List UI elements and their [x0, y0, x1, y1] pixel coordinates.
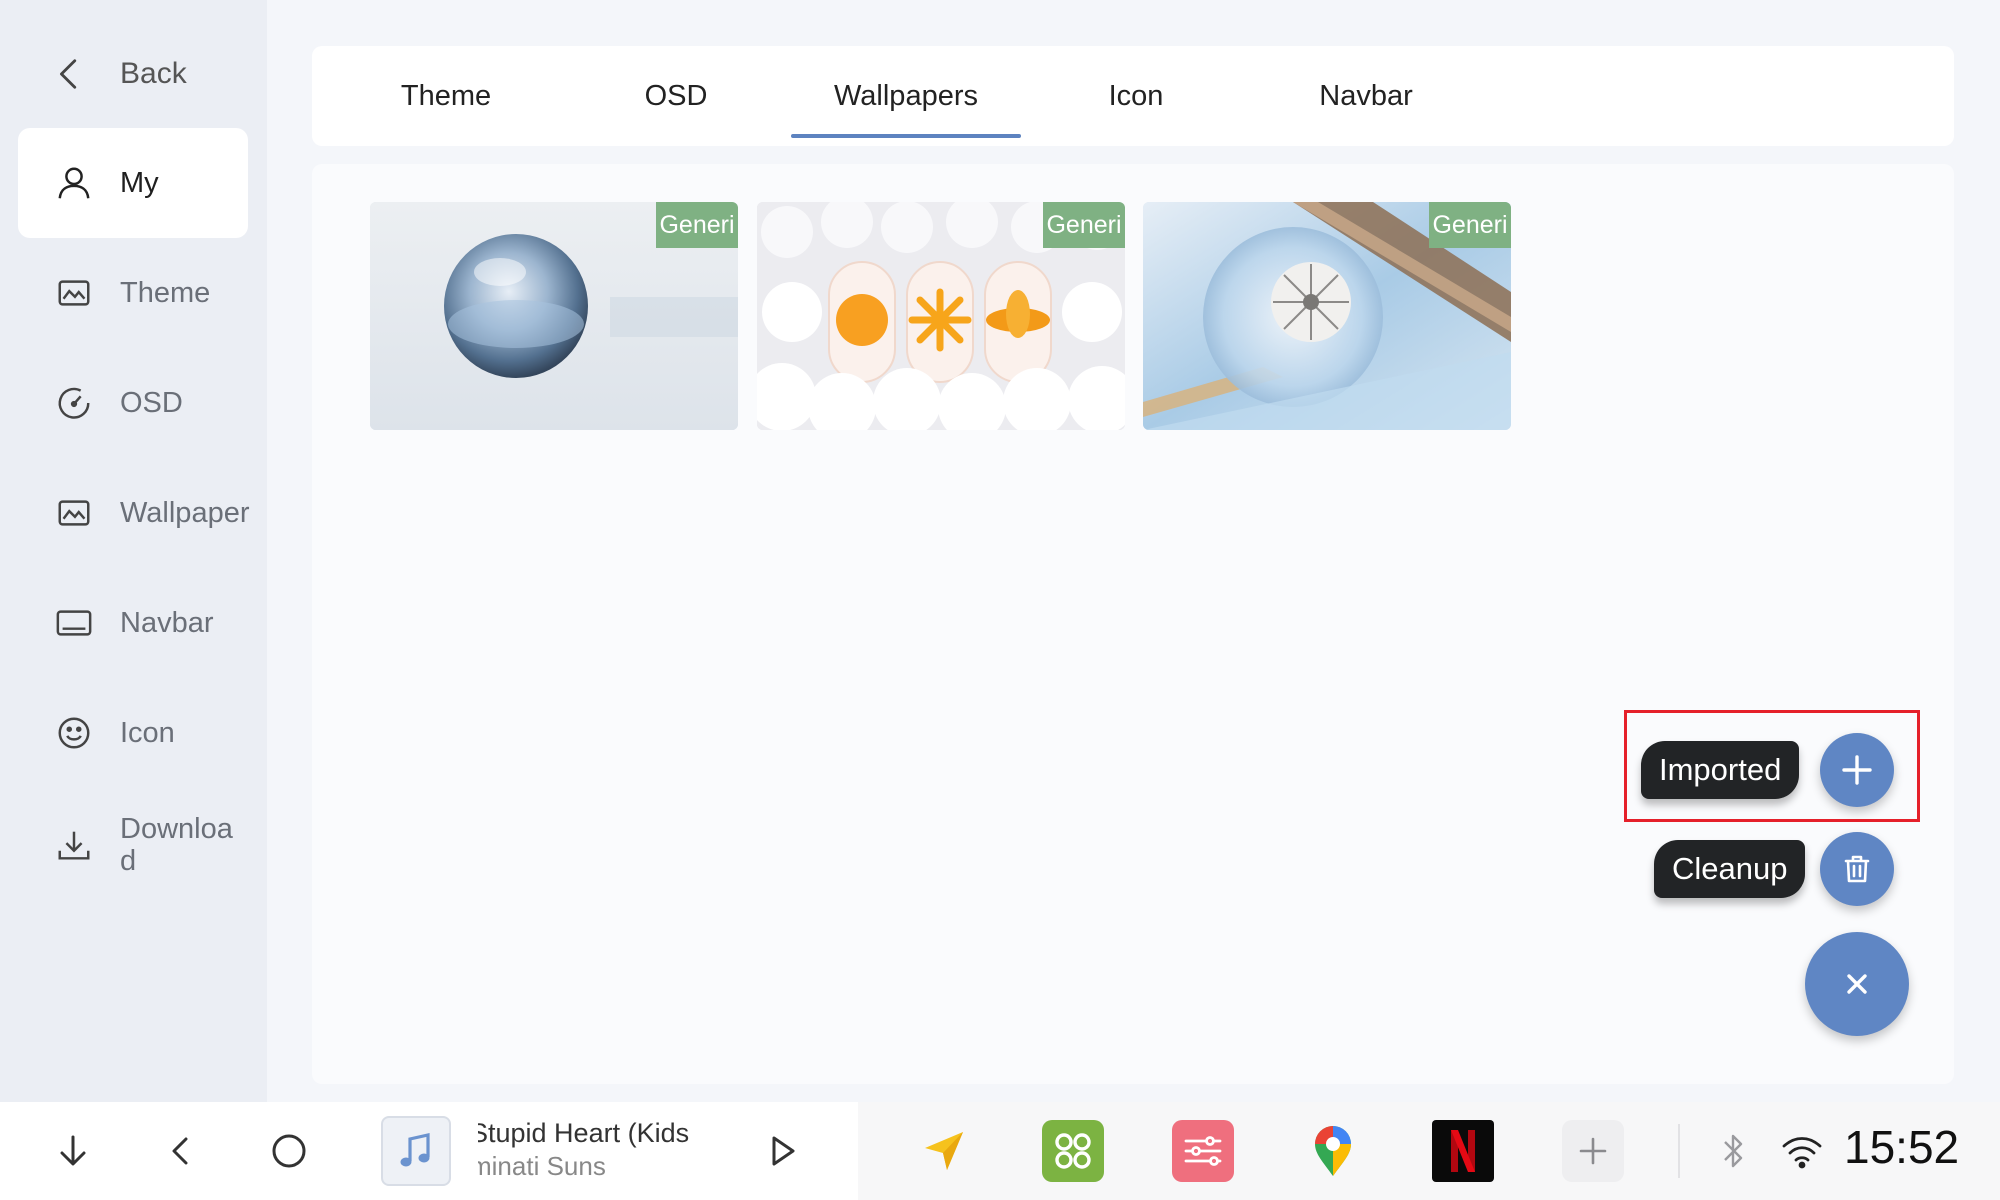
play-icon	[772, 1136, 795, 1166]
plus-icon	[1842, 755, 1872, 785]
sidebar-item-theme[interactable]: Theme	[18, 238, 248, 348]
navbar-divider	[1678, 1124, 1680, 1178]
sidebar-item-osd[interactable]: OSD	[18, 348, 248, 458]
sidebar-item-label: Downloa d	[120, 813, 233, 877]
navbar-icon	[54, 603, 94, 643]
chevron-left-icon	[50, 54, 90, 94]
download-icon	[54, 825, 94, 865]
sidebar-item-wallpaper[interactable]: Wallpaper	[18, 458, 250, 568]
wallpaper-thumbnail[interactable]: Generi	[757, 202, 1125, 430]
close-menu-button[interactable]	[1805, 932, 1909, 1036]
song-artist: minati Suns	[478, 1151, 606, 1181]
map-pin-icon	[1315, 1126, 1351, 1176]
sidebar-item-label: My	[120, 166, 159, 199]
image-icon	[54, 273, 94, 313]
song-title: Stupid Heart (Kids	[478, 1118, 690, 1148]
bluetooth-status[interactable]	[1703, 1120, 1763, 1182]
wifi-status[interactable]	[1772, 1120, 1832, 1182]
image-icon	[54, 493, 94, 533]
cleanup-button[interactable]: Cleanup	[1654, 840, 1806, 898]
navbar-left-section: Stupid Heart (Kids minati Suns	[0, 1102, 858, 1200]
wallpaper-tag: Generi	[656, 202, 738, 248]
wifi-icon	[1782, 1137, 1822, 1169]
wallpaper-tag: Generi	[1429, 202, 1511, 248]
wallpaper-thumbnail[interactable]: Generi	[1143, 202, 1511, 430]
user-icon	[54, 163, 94, 203]
import-add-button[interactable]	[1820, 733, 1894, 807]
sidebar-item-label: Wallpaper	[120, 496, 250, 529]
netflix-app[interactable]	[1432, 1120, 1494, 1182]
sidebar-item-label: Navbar	[120, 606, 214, 639]
add-app-button[interactable]	[1562, 1120, 1624, 1182]
sidebar-item-label: Theme	[120, 276, 211, 309]
tab-osd[interactable]: OSD	[561, 46, 791, 146]
tab-wallpapers[interactable]: Wallpapers	[791, 46, 1021, 146]
sidebar: Back My Theme OSD Wallpaper Navbar Icon …	[0, 0, 267, 1102]
nav-back-button[interactable]	[156, 1126, 206, 1176]
collapse-button[interactable]	[48, 1126, 98, 1176]
sidebar-item-download[interactable]: Downloa d	[18, 790, 248, 900]
cleanup-trash-button[interactable]	[1820, 832, 1894, 906]
gauge-icon	[54, 383, 94, 423]
app-grid-icon	[1055, 1133, 1091, 1169]
wallpaper-thumbnail[interactable]: Generi	[370, 202, 738, 430]
tab-bar: Theme OSD Wallpapers Icon Navbar	[312, 46, 1954, 146]
nav-home-button[interactable]	[264, 1126, 314, 1176]
imported-button[interactable]: Imported	[1641, 741, 1800, 799]
navigation-app[interactable]	[913, 1120, 975, 1182]
sidebar-item-label: Icon	[120, 716, 175, 749]
home-circle-icon	[272, 1134, 306, 1168]
wallpaper-tag: Generi	[1043, 202, 1125, 248]
tab-icon[interactable]: Icon	[1021, 46, 1251, 146]
maps-app[interactable]	[1302, 1120, 1364, 1182]
trash-icon	[1844, 855, 1870, 883]
sidebar-item-navbar[interactable]: Navbar	[18, 568, 248, 678]
music-album-art[interactable]	[381, 1116, 451, 1186]
netflix-logo-icon	[1451, 1130, 1475, 1172]
now-playing-info[interactable]: Stupid Heart (Kids minati Suns	[478, 1118, 698, 1182]
smiley-icon	[54, 713, 94, 753]
wallpaper-grid: Generi Generi Generi	[312, 164, 1954, 1084]
plus-icon	[1579, 1137, 1607, 1165]
sidebar-item-icon[interactable]: Icon	[18, 678, 248, 788]
sliders-icon	[1184, 1136, 1222, 1166]
bluetooth-icon	[1724, 1134, 1743, 1168]
chevron-down-arrow-icon	[60, 1135, 86, 1166]
chevron-left-icon	[172, 1137, 188, 1165]
music-note-icon	[400, 1133, 430, 1167]
apps-launcher[interactable]	[1042, 1120, 1104, 1182]
back-button[interactable]: Back	[50, 44, 187, 104]
equalizer-app[interactable]	[1172, 1120, 1234, 1182]
play-button[interactable]	[757, 1126, 807, 1176]
sidebar-item-label: OSD	[120, 386, 183, 419]
close-icon	[1847, 974, 1867, 994]
back-label: Back	[120, 57, 187, 90]
status-clock: 15:52	[1844, 1121, 1960, 1173]
tab-navbar[interactable]: Navbar	[1251, 46, 1481, 146]
system-navbar: Stupid Heart (Kids minati Suns 15:52	[0, 1102, 2000, 1200]
tab-theme[interactable]: Theme	[331, 46, 561, 146]
sidebar-item-my[interactable]: My	[18, 128, 248, 238]
navigation-arrow-icon	[925, 1132, 963, 1170]
